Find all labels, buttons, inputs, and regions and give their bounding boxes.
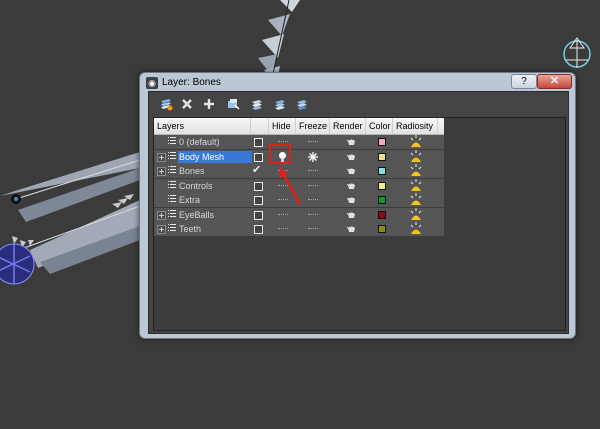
annotation-arrow-icon	[279, 166, 302, 205]
freeze-toggle[interactable]	[308, 141, 318, 144]
layer-name[interactable]: Body Mesh	[179, 150, 224, 164]
layer-name[interactable]: Extra	[179, 193, 200, 207]
toolbar	[149, 92, 568, 116]
layer-icon	[168, 166, 176, 175]
layer-name[interactable]: Teeth	[179, 222, 201, 236]
radiosity-light-icon[interactable]	[410, 164, 422, 178]
freeze-all-icon[interactable]	[294, 97, 310, 111]
header-layers[interactable]: Layers	[154, 118, 251, 134]
layer-icon	[168, 209, 176, 219]
header-freeze[interactable]: Freeze	[296, 118, 330, 134]
teapot-icon[interactable]	[347, 196, 356, 204]
layer-row[interactable]: 0 (default)	[154, 135, 444, 149]
highlight-layer-icon[interactable]	[249, 97, 265, 111]
color-swatch[interactable]	[378, 196, 386, 204]
radiosity-light-icon[interactable]	[410, 135, 422, 149]
current-layer-checkbox[interactable]	[254, 225, 263, 234]
layer-icon	[168, 195, 176, 204]
teapot-icon[interactable]	[347, 182, 356, 190]
title-bar[interactable]: ◉ Layer: Bones ? ✕	[140, 73, 575, 93]
color-swatch[interactable]	[378, 225, 386, 233]
select-objects-icon[interactable]	[225, 97, 241, 111]
help-button[interactable]: ?	[511, 74, 537, 89]
hide-all-icon[interactable]	[272, 97, 288, 111]
current-layer-check-icon[interactable]: ✔	[252, 163, 261, 176]
teapot-icon[interactable]	[347, 153, 356, 161]
teapot-icon[interactable]	[347, 138, 356, 146]
layer-list: Layers Hide Freeze Render Color Radiosit…	[153, 117, 566, 331]
radiosity-light-icon[interactable]	[410, 222, 422, 236]
layer-icon	[168, 151, 176, 161]
teapot-icon[interactable]	[347, 225, 356, 233]
add-to-layer-icon[interactable]	[201, 97, 217, 111]
layer-row[interactable]: Teeth	[154, 222, 444, 236]
layer-dialog: ◉ Layer: Bones ? ✕ Layers Hide Freeze Re…	[139, 72, 576, 339]
color-swatch[interactable]	[378, 167, 386, 175]
freeze-toggle[interactable]	[308, 213, 318, 217]
expand-toggle-icon[interactable]	[157, 167, 166, 176]
layer-name[interactable]: 0 (default)	[179, 135, 220, 149]
expand-toggle-icon[interactable]	[157, 210, 166, 220]
teapot-icon[interactable]	[347, 167, 356, 175]
color-swatch[interactable]	[378, 210, 386, 219]
color-swatch[interactable]	[378, 152, 386, 161]
close-button[interactable]: ✕	[537, 74, 572, 89]
current-layer-checkbox[interactable]	[254, 138, 263, 147]
current-layer-checkbox[interactable]	[254, 181, 263, 191]
current-layer-checkbox[interactable]	[254, 210, 263, 220]
expand-toggle-icon[interactable]	[157, 152, 166, 162]
radiosity-light-icon[interactable]	[410, 149, 422, 164]
header-current[interactable]	[251, 118, 269, 134]
dialog-client: Layers Hide Freeze Render Color Radiosit…	[148, 91, 569, 334]
header-hide[interactable]: Hide	[269, 118, 296, 134]
column-header: Layers Hide Freeze Render Color Radiosit…	[154, 118, 444, 135]
teapot-icon[interactable]	[347, 211, 356, 219]
freeze-toggle[interactable]	[308, 228, 318, 231]
header-color[interactable]: Color	[366, 118, 393, 134]
radiosity-light-icon[interactable]	[410, 193, 422, 207]
expand-toggle-icon[interactable]	[157, 225, 166, 234]
header-render[interactable]: Render	[330, 118, 366, 134]
layer-name[interactable]: Bones	[179, 164, 205, 178]
eye-control-icon	[0, 243, 35, 285]
hide-toggle[interactable]	[278, 228, 288, 231]
create-layer-icon[interactable]	[158, 97, 174, 111]
layer-name[interactable]: EyeBalls	[179, 208, 214, 222]
radiosity-light-icon[interactable]	[410, 207, 422, 222]
hide-toggle[interactable]	[278, 213, 288, 217]
window-title: Layer: Bones	[162, 77, 221, 88]
color-swatch[interactable]	[378, 138, 386, 146]
current-layer-checkbox[interactable]	[254, 152, 263, 162]
controller-gizmo-icon	[563, 37, 591, 68]
layer-icon	[168, 180, 176, 190]
delete-layer-icon[interactable]	[179, 97, 195, 111]
app-logo-icon: ◉	[146, 77, 158, 89]
color-swatch[interactable]	[378, 181, 386, 190]
current-layer-checkbox[interactable]	[254, 196, 263, 205]
header-radiosity[interactable]: Radiosity	[393, 118, 438, 134]
layer-icon	[168, 137, 176, 146]
layer-icon	[168, 224, 176, 233]
layer-name[interactable]: Controls	[179, 179, 213, 193]
radiosity-light-icon[interactable]	[410, 178, 422, 193]
